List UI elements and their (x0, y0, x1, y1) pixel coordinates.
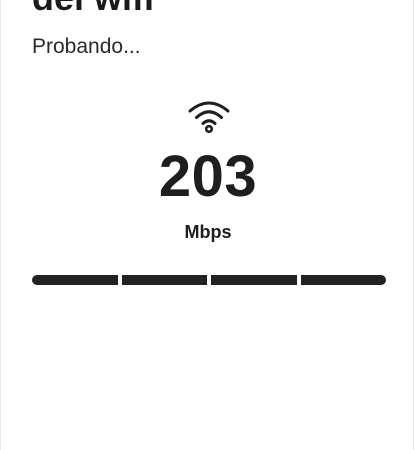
progress-segment (211, 275, 297, 285)
speed-test-card: del wifi Probando... 203 Mbps (0, 0, 414, 450)
progress-segment (121, 275, 207, 285)
progress-segment (32, 275, 118, 285)
speed-unit: Mbps (184, 222, 232, 242)
progress-segment (300, 275, 386, 285)
test-status-text: Probando... (32, 35, 141, 58)
page-title: del wifi (32, 0, 154, 18)
test-progress-bar (32, 275, 386, 285)
wifi-icon (188, 101, 230, 134)
speed-value: 203 (158, 144, 258, 209)
